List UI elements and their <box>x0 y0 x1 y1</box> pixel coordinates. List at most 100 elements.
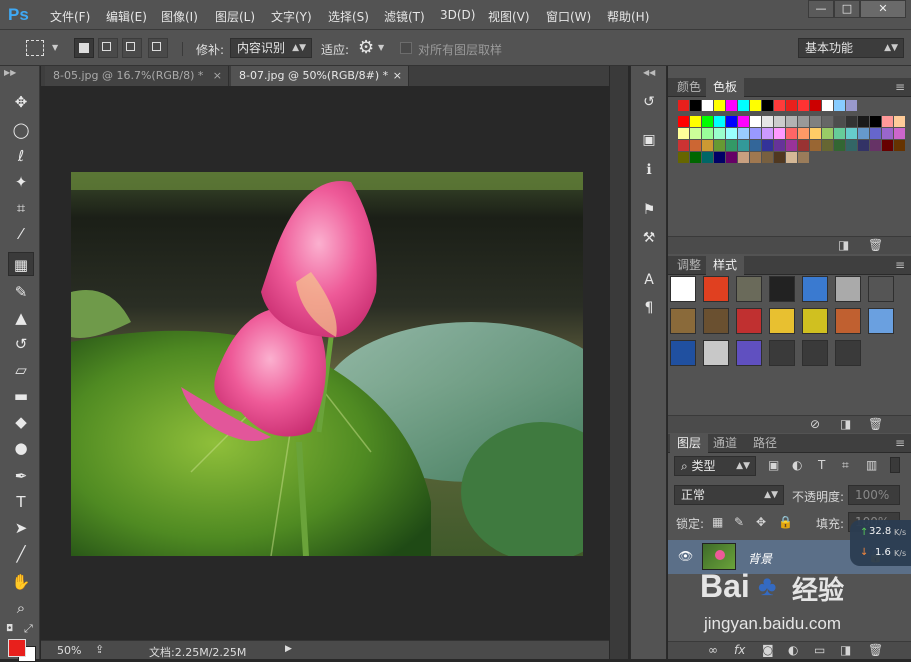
swatch[interactable] <box>714 140 725 151</box>
swatch[interactable] <box>762 100 773 111</box>
patch-tool-preset-icon[interactable] <box>26 40 44 56</box>
swatch[interactable] <box>774 128 785 139</box>
shape-filter-icon[interactable]: ⌗ <box>842 458 849 473</box>
new-selection-button[interactable] <box>74 38 94 58</box>
lock-paint-icon[interactable]: ✎ <box>734 515 744 529</box>
stamp-tool-icon[interactable]: ▲ <box>8 306 34 330</box>
style-preset[interactable] <box>769 276 795 302</box>
menu-window[interactable]: 窗口(W) <box>546 8 591 25</box>
swatch[interactable] <box>882 140 893 151</box>
swatch[interactable] <box>714 116 725 127</box>
trash-icon[interactable]: 🗑 <box>868 417 883 431</box>
type-tool-icon[interactable]: T <box>8 490 34 514</box>
new-layer-icon[interactable]: ◨ <box>840 643 851 657</box>
status-menu-icon[interactable]: ▶ <box>285 644 292 654</box>
swatch[interactable] <box>702 152 713 163</box>
eyedropper-icon[interactable]: ⁄ <box>8 222 34 246</box>
export-icon[interactable]: ⇪ <box>95 643 104 656</box>
layer-name[interactable]: 背景 <box>748 550 772 567</box>
swatch[interactable] <box>798 100 809 111</box>
foreground-color-swatch[interactable] <box>8 639 26 657</box>
swatch[interactable] <box>690 100 701 111</box>
swatch[interactable] <box>858 140 869 151</box>
new-style-icon[interactable]: ◨ <box>840 417 851 431</box>
swatch[interactable] <box>678 128 689 139</box>
swatch[interactable] <box>714 100 725 111</box>
pen-tool-icon[interactable]: ✒ <box>8 464 34 488</box>
default-colors-icon[interactable]: ◘ <box>6 624 13 634</box>
swatch[interactable] <box>822 140 833 151</box>
menu-help[interactable]: 帮助(H) <box>607 8 649 25</box>
swatch[interactable] <box>774 100 785 111</box>
patch-mode-select[interactable]: 内容识别 ▲▼ <box>230 38 312 58</box>
swatch[interactable] <box>822 128 833 139</box>
swatch[interactable] <box>870 128 881 139</box>
menu-file[interactable]: 文件(F) <box>50 8 90 25</box>
swatch[interactable] <box>726 140 737 151</box>
swatch[interactable] <box>858 128 869 139</box>
swatch[interactable] <box>798 116 809 127</box>
move-tool-icon[interactable]: ✥ <box>8 90 34 114</box>
style-preset[interactable] <box>736 276 762 302</box>
swatch[interactable] <box>690 128 701 139</box>
swatch[interactable] <box>750 100 761 111</box>
swatch[interactable] <box>762 116 773 127</box>
eraser-tool-icon[interactable]: ▱ <box>8 358 34 382</box>
line-tool-icon[interactable]: ╱ <box>8 542 34 566</box>
adjustment-icon[interactable]: ◐ <box>788 643 798 657</box>
style-preset[interactable] <box>802 340 828 366</box>
style-preset[interactable] <box>835 340 861 366</box>
mask-icon[interactable]: ◙ <box>762 643 774 657</box>
new-swatch-icon[interactable]: ◨ <box>838 238 849 252</box>
menu-3d[interactable]: 3D(D) <box>440 8 475 22</box>
layer-filter-select[interactable]: ⌕ 类型 ▲▼ <box>674 456 756 476</box>
swap-colors-icon[interactable]: ⤢ <box>24 622 33 636</box>
link-icon[interactable]: ∞ <box>708 643 718 657</box>
hand-tool-icon[interactable]: ✋ <box>8 570 34 594</box>
tab-channels[interactable]: 通道 <box>706 434 744 453</box>
style-preset[interactable] <box>703 276 729 302</box>
swatch[interactable] <box>702 140 713 151</box>
tab-adjustments[interactable]: 调整 <box>670 256 708 275</box>
swatch[interactable] <box>834 128 845 139</box>
pixel-filter-icon[interactable]: ▣ <box>768 458 779 472</box>
style-preset[interactable] <box>769 308 795 334</box>
styles-grid[interactable] <box>670 276 906 376</box>
swatch[interactable] <box>846 116 857 127</box>
document-image[interactable] <box>71 172 583 556</box>
paragraph-icon[interactable]: ¶ <box>639 298 659 318</box>
collapse-icon[interactable]: ◀◀ <box>643 68 655 77</box>
swatch[interactable] <box>714 152 725 163</box>
swatch[interactable] <box>678 116 689 127</box>
swatch[interactable] <box>726 152 737 163</box>
swatch[interactable] <box>810 140 821 151</box>
chevron-down-icon[interactable]: ▼ <box>52 43 58 52</box>
swatch[interactable] <box>882 116 893 127</box>
tab-color[interactable]: 颜色 <box>670 78 708 97</box>
patch-tool-icon[interactable]: ▦ <box>8 252 34 276</box>
adjust-filter-icon[interactable]: ◐ <box>792 458 802 472</box>
opacity-input[interactable]: 100% <box>848 485 900 505</box>
swatch[interactable] <box>750 152 761 163</box>
style-preset[interactable] <box>703 340 729 366</box>
maximize-button[interactable]: □ <box>834 0 860 18</box>
swatch[interactable] <box>846 128 857 139</box>
add-selection-button[interactable] <box>98 38 118 58</box>
crop-tool-icon[interactable]: ⌗ <box>8 196 34 220</box>
eye-icon[interactable]: 👁 <box>678 549 693 563</box>
swatch[interactable] <box>786 116 797 127</box>
swatch[interactable] <box>750 140 761 151</box>
style-preset[interactable] <box>802 276 828 302</box>
swatch[interactable] <box>894 128 905 139</box>
trash-icon[interactable]: 🗑 <box>868 238 883 252</box>
vertical-scrollbar[interactable] <box>610 66 628 659</box>
swatch[interactable] <box>726 116 737 127</box>
swatch[interactable] <box>762 152 773 163</box>
swatch[interactable] <box>702 128 713 139</box>
swatch[interactable] <box>846 100 857 111</box>
swatch[interactable] <box>678 100 689 111</box>
folder-icon[interactable]: ▭ <box>814 643 825 657</box>
swatch[interactable] <box>786 100 797 111</box>
swatch[interactable] <box>702 116 713 127</box>
swatch[interactable] <box>798 152 809 163</box>
